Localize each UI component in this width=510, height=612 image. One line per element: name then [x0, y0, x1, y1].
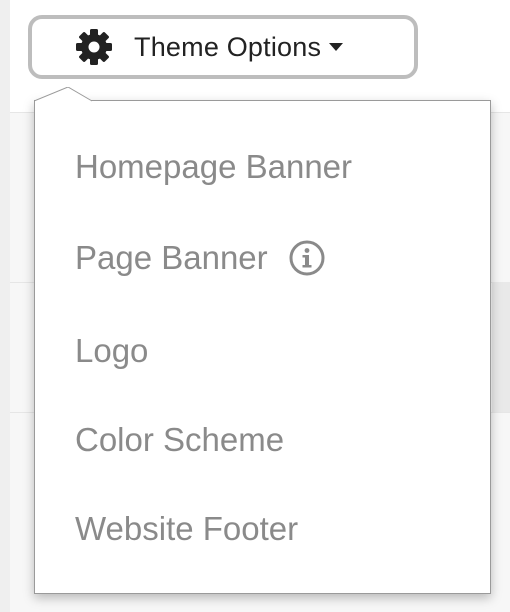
info-icon[interactable] [288, 239, 326, 277]
caret-down-icon [329, 43, 344, 51]
theme-options-label: Theme Options [134, 31, 322, 62]
menu-pointer [34, 87, 93, 102]
menu-item-label: Page Banner [75, 239, 268, 276]
theme-options-button[interactable]: Theme Options [28, 15, 418, 79]
menu-item-homepage-banner[interactable]: Homepage Banner [75, 147, 352, 187]
menu-item-label: Color Scheme [75, 421, 285, 458]
menu-item-color-scheme[interactable]: Color Scheme [75, 420, 284, 460]
menu-item-label: Homepage Banner [75, 148, 353, 185]
page-background-panel [492, 282, 510, 412]
menu-item-label: Logo [75, 332, 149, 369]
gear-icon [74, 27, 114, 67]
theme-options-menu: Homepage Banner Page Banner Logo Color S… [34, 87, 491, 594]
menu-item-label: Website Footer [75, 510, 299, 547]
menu-item-page-banner[interactable]: Page Banner [75, 238, 326, 278]
page-left-edge [0, 0, 10, 612]
menu-item-logo[interactable]: Logo [75, 331, 148, 371]
menu-item-website-footer[interactable]: Website Footer [75, 509, 298, 549]
